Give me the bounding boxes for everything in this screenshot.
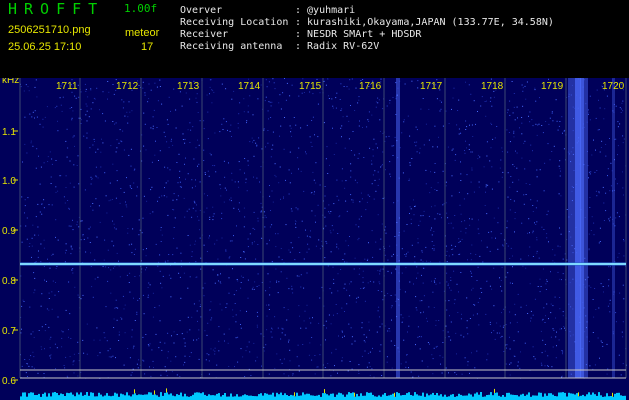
minute-label-1713: 1713 <box>177 81 200 92</box>
info-value-location: : kurashiki,Okayama,JAPAN (133.77E, 34.5… <box>295 17 554 28</box>
minute-label-1718: 1718 <box>481 81 504 92</box>
info-label-antenna: Receiving antenna <box>180 41 283 52</box>
minute-label-1712: 1712 <box>116 81 139 92</box>
header-panel: HROFFT 1.00f 2506251710.png meteor 25.06… <box>0 0 629 78</box>
app-version: 1.00f <box>124 2 158 15</box>
freq-label-0.7: 0.7 <box>2 326 16 337</box>
info-value-antenna: : Radix RV-62V <box>295 41 380 52</box>
app-logo: HROFFT <box>8 0 105 18</box>
minute-label-1711: 1711 <box>56 81 78 92</box>
freq-label-0.8: 0.8 <box>2 276 16 287</box>
file-name: 2506251710.png <box>8 24 91 36</box>
minute-label-1717: 1717 <box>420 81 443 92</box>
info-value-receiver: : NESDR SMArt + HDSDR <box>295 29 422 40</box>
freq-label-0.9: 0.9 <box>2 226 16 237</box>
freq-label-1.0: 1.0 <box>2 176 16 187</box>
minute-label-1716: 1716 <box>359 81 382 92</box>
minute-label-1720: 1720 <box>602 81 625 92</box>
detection-mode: meteor <box>125 27 160 39</box>
info-label-location: Receiving Location <box>180 17 289 28</box>
minute-label-1715: 1715 <box>299 81 322 92</box>
capture-datetime: 25.06.25 17:10 <box>8 41 82 53</box>
waterfall-background <box>0 78 629 400</box>
waterfall-spectrogram: kHz 1711 1712 1713 1714 1715 1716 1717 1718 1719… <box>0 78 629 400</box>
freq-label-1.1: 1.1 <box>2 127 16 138</box>
freq-unit-label: kHz <box>2 78 19 86</box>
info-label-receiver: Receiver <box>180 29 229 40</box>
info-label-observer: Overver <box>180 5 223 16</box>
freq-label-0.6: 0.6 <box>2 376 16 387</box>
echo-count: 17 <box>141 41 154 53</box>
info-value-observer: : @yuhmari <box>295 5 356 16</box>
minute-label-1714: 1714 <box>238 81 261 92</box>
minute-label-1719: 1719 <box>541 81 564 92</box>
